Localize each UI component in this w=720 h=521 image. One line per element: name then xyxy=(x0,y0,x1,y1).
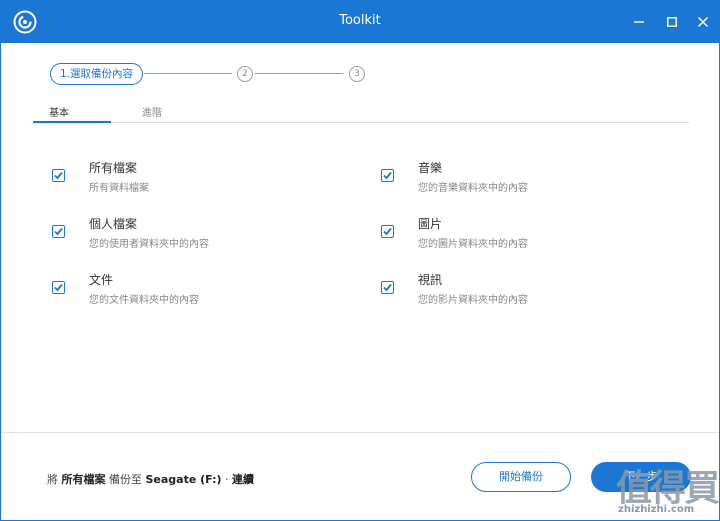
checkmark-icon xyxy=(54,283,63,292)
summary-separator: · xyxy=(221,473,233,486)
close-icon xyxy=(698,17,708,27)
tab-advanced[interactable]: 進階 xyxy=(142,104,162,119)
minimize-icon xyxy=(634,21,644,23)
close-button[interactable] xyxy=(685,1,720,43)
checkmark-icon xyxy=(383,227,392,236)
checkmark-icon xyxy=(54,171,63,180)
personal-files-checkbox[interactable] xyxy=(52,225,65,238)
summary-middle: 備份至 xyxy=(105,473,146,486)
option-description: 您的使用者資料夾中的內容 xyxy=(89,239,209,250)
documents-checkbox[interactable] xyxy=(52,281,65,294)
option-description: 所有資料檔案 xyxy=(89,183,149,194)
summary-target-drive: Seagate (F:) xyxy=(145,473,222,486)
pictures-checkbox[interactable] xyxy=(381,225,394,238)
watermark: 值得買 zhizhizhi.com xyxy=(616,459,720,519)
tab-divider xyxy=(111,122,689,123)
step-1-select-content[interactable]: 1.選取備份內容 xyxy=(50,63,143,85)
watermark-url: zhizhizhi.com xyxy=(618,504,695,515)
music-checkbox[interactable] xyxy=(381,169,394,182)
checkmark-icon xyxy=(383,283,392,292)
option-description: 您的圖片資料夾中的內容 xyxy=(418,239,528,250)
option-title: 文件 xyxy=(89,273,114,287)
summary-content: 所有檔案 xyxy=(61,473,106,486)
title-bar: Toolkit xyxy=(1,1,719,43)
step-3: 3 xyxy=(349,66,365,82)
option-description: 您的文件資料夾中的內容 xyxy=(89,295,199,306)
option-title: 所有檔案 xyxy=(89,161,138,175)
footer-divider xyxy=(1,432,719,433)
option-title: 個人檔案 xyxy=(89,217,138,231)
option-title: 音樂 xyxy=(418,161,443,175)
option-description: 您的影片資料夾中的內容 xyxy=(418,295,528,306)
step-2: 2 xyxy=(237,66,253,82)
checkmark-icon xyxy=(54,227,63,236)
summary-mode: 連續 xyxy=(232,473,255,486)
option-description: 您的音樂資料夾中的內容 xyxy=(418,183,528,194)
active-tab-indicator xyxy=(33,121,111,123)
checkmark-icon xyxy=(383,171,392,180)
summary-prefix: 將 xyxy=(47,473,62,486)
option-title: 視訊 xyxy=(418,273,443,287)
tab-basic[interactable]: 基本 xyxy=(49,104,69,119)
step-connector xyxy=(255,73,343,74)
start-backup-button[interactable]: 開始備份 xyxy=(471,462,571,492)
toolkit-window: Toolkit 1.選取備份內容 2 3 基本 進階 所有檔案 所有資料檔案 個… xyxy=(0,0,720,521)
step-connector xyxy=(144,73,232,74)
option-title: 圖片 xyxy=(418,217,443,231)
maximize-icon xyxy=(667,17,677,27)
minimize-button[interactable] xyxy=(621,1,657,43)
all-files-checkbox[interactable] xyxy=(52,169,65,182)
backup-summary: 將 所有檔案 備份至 Seagate (F:) · 連續 xyxy=(47,471,254,487)
videos-checkbox[interactable] xyxy=(381,281,394,294)
window-title: Toolkit xyxy=(339,13,381,28)
